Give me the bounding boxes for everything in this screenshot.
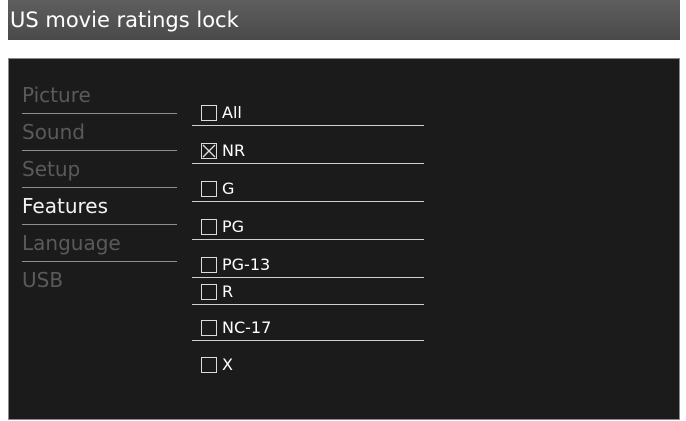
menu-item-sound[interactable]: Sound <box>22 114 177 151</box>
checkmark-x-icon <box>202 144 216 158</box>
rating-label: NC-17 <box>222 318 272 337</box>
checkbox-nr[interactable] <box>201 143 217 159</box>
checkbox-nc-17[interactable] <box>201 320 217 336</box>
menu-item-usb[interactable]: USB <box>22 262 177 298</box>
rating-label: G <box>222 179 235 198</box>
menu-item-language[interactable]: Language <box>22 225 177 262</box>
checkbox-x[interactable] <box>201 357 217 373</box>
rating-option-all[interactable]: All <box>192 88 424 126</box>
rating-label: NR <box>222 141 246 160</box>
menu-item-picture[interactable]: Picture <box>22 77 177 114</box>
rating-option-r[interactable]: R <box>192 267 424 305</box>
checkbox-all[interactable] <box>201 105 217 121</box>
checkbox-r[interactable] <box>201 284 217 300</box>
rating-label: X <box>222 355 233 374</box>
rating-option-x[interactable]: X <box>192 340 424 377</box>
rating-label: All <box>222 103 242 122</box>
menu-item-setup[interactable]: Setup <box>22 151 177 188</box>
checkbox-g[interactable] <box>201 181 217 197</box>
rating-option-nc-17[interactable]: NC-17 <box>192 303 424 341</box>
rating-option-g[interactable]: G <box>192 164 424 202</box>
menu-item-features[interactable]: Features <box>22 188 177 225</box>
rating-label: PG <box>222 217 245 236</box>
rating-label: R <box>222 282 234 301</box>
rating-option-pg[interactable]: PG <box>192 202 424 240</box>
page-title: US movie ratings lock <box>8 0 680 40</box>
settings-panel: Picture Sound Setup Features Language US… <box>8 58 680 420</box>
rating-option-nr[interactable]: NR <box>192 126 424 164</box>
checkbox-pg[interactable] <box>201 219 217 235</box>
